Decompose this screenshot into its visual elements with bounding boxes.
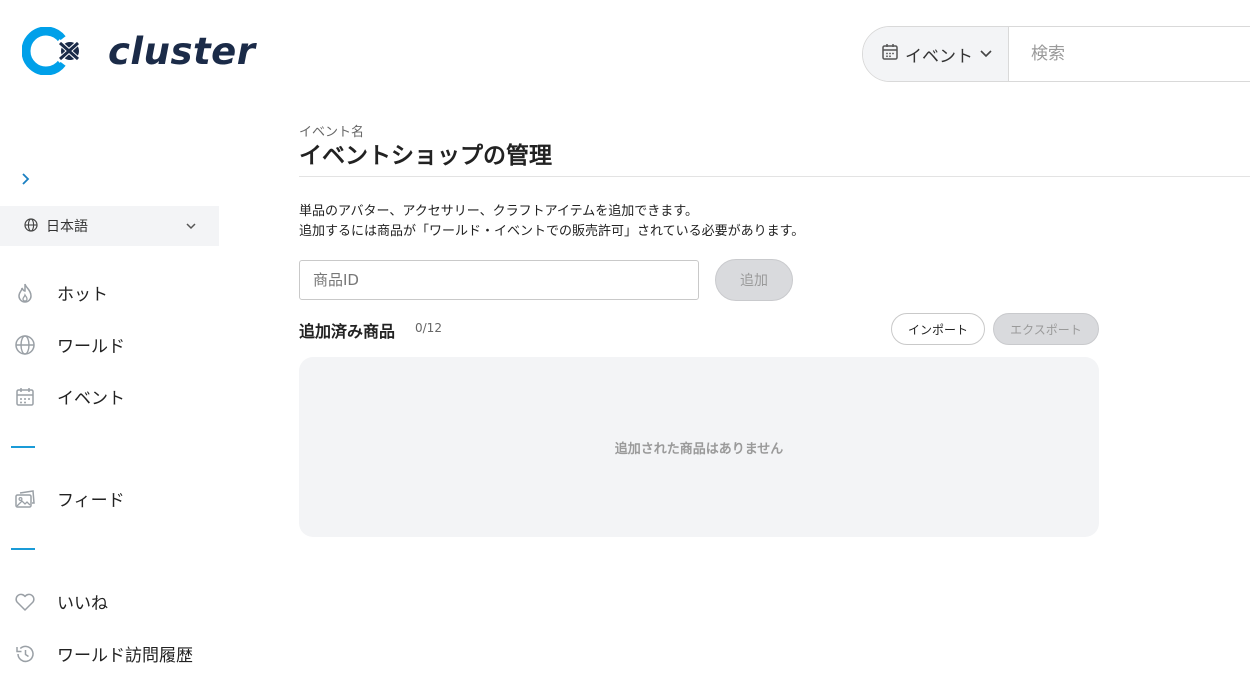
sidebar-item-feed[interactable]: フィード <box>14 486 125 511</box>
add-button[interactable]: 追加 <box>715 259 793 301</box>
chevron-down-icon <box>185 217 197 236</box>
sidebar-item-event[interactable]: イベント <box>14 384 125 409</box>
calendar-icon <box>881 43 899 65</box>
sidebar-item-label: ホット <box>57 285 108 305</box>
product-id-input[interactable] <box>299 260 699 300</box>
sidebar-divider <box>11 446 35 448</box>
title-divider <box>299 176 1250 177</box>
empty-products-panel: 追加された商品はありません <box>299 357 1099 537</box>
description: 単品のアバター、アクセサリー、クラフトアイテムを追加できます。 追加するには商品… <box>299 202 804 242</box>
logo-text: cluster <box>108 29 256 73</box>
import-button[interactable]: インポート <box>891 313 985 345</box>
fire-icon <box>14 282 36 304</box>
sidebar-item-label: フィード <box>57 491 125 511</box>
sidebar-item-hot[interactable]: ホット <box>14 280 108 305</box>
sidebar-item-label: いいね <box>57 594 108 614</box>
sidebar-divider <box>11 548 35 550</box>
empty-state-text: 追加された商品はありません <box>614 441 784 457</box>
export-button[interactable]: エクスポート <box>993 313 1099 345</box>
globe-icon <box>14 334 36 356</box>
cluster-logo[interactable]: cluster <box>22 27 256 75</box>
chevron-right-icon <box>22 173 30 185</box>
sidebar-item-label: イベント <box>57 389 125 409</box>
sidebar-expand-button[interactable] <box>16 170 34 188</box>
calendar-icon <box>14 386 36 408</box>
search-bar: イベント <box>862 26 1250 82</box>
product-count: 0/12 <box>415 321 442 335</box>
language-label: 日本語 <box>46 219 88 235</box>
search-type-dropdown[interactable]: イベント <box>863 27 1009 81</box>
history-icon <box>14 643 36 665</box>
heart-icon <box>14 591 36 613</box>
sidebar-item-label: ワールド訪問履歴 <box>57 646 193 666</box>
language-select[interactable]: 日本語 <box>0 206 219 246</box>
search-type-label: イベント <box>905 46 973 67</box>
sidebar-item-likes[interactable]: いいね <box>14 589 108 614</box>
added-products-title: 追加済み商品 <box>299 322 396 341</box>
search-input[interactable] <box>1009 27 1250 81</box>
globe-icon <box>24 217 38 236</box>
sidebar-item-world-history[interactable]: ワールド訪問履歴 <box>14 641 193 666</box>
description-line-1: 単品のアバター、アクセサリー、クラフトアイテムを追加できます。 <box>299 204 698 219</box>
page-title: イベントショップの管理 <box>299 143 552 169</box>
feed-icon <box>14 488 36 510</box>
cluster-logo-icon <box>22 27 82 75</box>
sidebar-item-label: ワールド <box>57 337 125 357</box>
chevron-down-icon <box>979 45 993 64</box>
sidebar-item-world[interactable]: ワールド <box>14 332 125 357</box>
description-line-2: 追加するには商品が「ワールド・イベントでの販売許可」されている必要があります。 <box>299 224 805 239</box>
